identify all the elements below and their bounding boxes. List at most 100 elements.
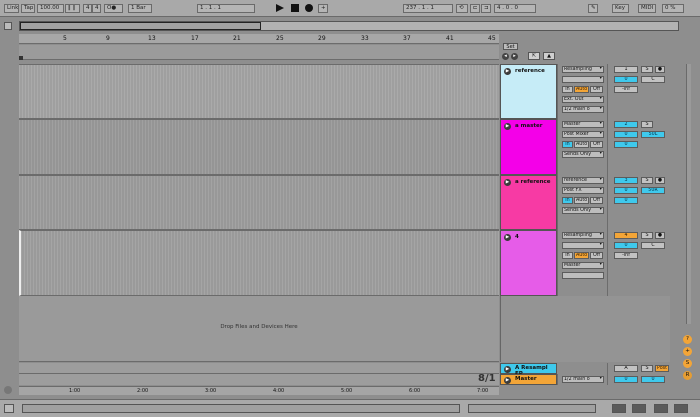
forward-icon[interactable]: ▸ <box>511 53 518 60</box>
pan-field[interactable]: C <box>641 242 665 249</box>
track-fold-icon[interactable]: ▶ <box>504 123 511 130</box>
locator-strip[interactable] <box>19 45 499 60</box>
pan-field[interactable]: 50L <box>641 131 665 138</box>
overdub-button[interactable]: + <box>318 4 328 13</box>
input-type-select[interactable]: Master <box>562 121 604 128</box>
metronome-button[interactable]: O● <box>104 4 123 13</box>
loop-start-marker[interactable] <box>19 56 23 60</box>
output-type-select[interactable]: Ext. Out <box>562 96 604 103</box>
time-ruler[interactable]: 1:00 2:00 3:00 4:00 5:00 6:00 7:00 <box>19 386 499 395</box>
help-button[interactable]: ? <box>683 335 692 344</box>
input-channel-select[interactable] <box>562 76 604 83</box>
monitor-off-button[interactable]: Off <box>590 141 603 148</box>
monitor-in-button[interactable]: In <box>562 86 573 93</box>
clip-view-icon[interactable] <box>674 404 688 413</box>
arrangement-lane[interactable] <box>19 230 499 296</box>
solo-view-button[interactable]: S <box>683 359 692 368</box>
monitor-off-button[interactable]: Off <box>590 252 603 259</box>
pan-field[interactable]: 50R <box>641 187 665 194</box>
input-type-select[interactable]: Resampling <box>562 66 604 73</box>
track-activator[interactable]: 4 <box>614 232 638 239</box>
track-header[interactable]: ▶ a master <box>500 119 557 175</box>
punch-out-button[interactable]: ⊐ <box>481 4 491 13</box>
loop-start-field[interactable]: 237 . 1 . 1 <box>403 4 453 13</box>
send-field[interactable]: -inf <box>614 86 638 93</box>
track-fold-icon[interactable]: ▶ <box>504 234 511 241</box>
output-channel-select[interactable] <box>562 272 604 279</box>
track-activator[interactable]: A <box>614 365 638 372</box>
volume-field[interactable]: 0 <box>614 242 638 249</box>
arm-button[interactable]: ● <box>655 177 665 184</box>
status-left-icon[interactable] <box>4 404 14 413</box>
add-button[interactable]: + <box>683 347 692 356</box>
track-header[interactable]: ▶ reference <box>500 64 557 119</box>
arrangement-view-icon[interactable] <box>612 404 626 413</box>
tempo-field[interactable]: 100.00 <box>37 4 64 13</box>
arrangement-overview[interactable] <box>19 21 679 31</box>
drop-area[interactable]: Drop Files and Devices Here <box>19 296 499 362</box>
browser-toggle-icon[interactable] <box>4 22 12 30</box>
monitor-auto-button[interactable]: Auto <box>574 86 589 93</box>
output-channel-select[interactable]: 1/2 main o <box>562 106 604 113</box>
master-send-field[interactable]: 0 <box>641 376 665 383</box>
input-channel-select[interactable]: Post Mixer <box>562 131 604 138</box>
session-view-icon[interactable] <box>632 404 646 413</box>
track-fold-icon[interactable]: ▶ <box>504 179 511 186</box>
output-type-select[interactable]: Sends Only <box>562 151 604 158</box>
tap-button[interactable]: Tap <box>21 4 35 13</box>
set-button[interactable]: Set <box>503 43 518 50</box>
volume-field[interactable]: 0 <box>614 131 638 138</box>
monitor-in-button[interactable]: In <box>562 197 573 204</box>
monitor-off-button[interactable]: Off <box>590 197 603 204</box>
master-lane[interactable] <box>19 374 499 385</box>
arrangement-lane[interactable] <box>19 175 499 230</box>
post-button[interactable]: Post <box>655 365 669 372</box>
monitor-auto-button[interactable]: Auto <box>574 197 589 204</box>
input-type-select[interactable]: Resampling <box>562 232 604 239</box>
collapse-icon[interactable]: ⇱ <box>528 52 540 60</box>
input-type-select[interactable]: reference <box>562 177 604 184</box>
overview-viewport[interactable] <box>20 22 261 30</box>
nudge-buttons[interactable]: ‖ ‖ <box>65 4 80 13</box>
volume-field[interactable]: 0 <box>614 76 638 83</box>
signature-numerator[interactable]: 4 <box>83 4 92 13</box>
return-view-button[interactable]: R <box>683 371 692 380</box>
link-button[interactable]: Link <box>4 4 19 13</box>
monitor-off-button[interactable]: Off <box>590 86 603 93</box>
punch-in-button[interactable]: ⊏ <box>470 4 480 13</box>
track-header[interactable]: ▶ a reference <box>500 175 557 230</box>
play-icon[interactable] <box>276 4 284 12</box>
solo-button[interactable]: S <box>641 232 653 239</box>
send-field[interactable]: 0 <box>614 141 638 148</box>
loop-button[interactable]: ⟲ <box>456 4 468 13</box>
expand-icon[interactable]: ▲ <box>543 52 555 60</box>
return-lane[interactable] <box>19 363 499 374</box>
master-track-header[interactable]: ▶ Master <box>500 374 557 385</box>
track-activator[interactable]: 1 <box>614 66 638 73</box>
track-fold-icon[interactable]: ▶ <box>504 68 511 75</box>
arm-button[interactable]: ● <box>655 232 665 239</box>
arm-button[interactable]: ● <box>655 66 665 73</box>
input-channel-select[interactable] <box>562 242 604 249</box>
input-channel-select[interactable]: Post FX <box>562 187 604 194</box>
master-output-select[interactable]: 1/2 main o <box>562 376 604 383</box>
loop-length-field[interactable]: 4 . 0 . 0 <box>494 4 536 13</box>
master-volume-field[interactable]: 0 <box>614 376 638 383</box>
draw-mode-icon[interactable]: ✎ <box>588 4 598 13</box>
output-type-select[interactable]: Sends Only <box>562 207 604 214</box>
solo-button[interactable]: S <box>641 66 653 73</box>
return-track-header[interactable]: ▶ A Resampl EP <box>500 363 557 377</box>
track-fold-icon[interactable]: ▶ <box>504 377 511 384</box>
quantize-menu[interactable]: 1 Bar <box>128 4 152 13</box>
arrangement-lane[interactable] <box>19 119 499 175</box>
detail-view-icon[interactable] <box>654 404 668 413</box>
vertical-scrollbar[interactable] <box>686 64 691 324</box>
track-activator[interactable]: 3 <box>614 177 638 184</box>
track-fold-icon[interactable]: ▶ <box>504 366 511 373</box>
arrangement-lane[interactable] <box>19 64 499 119</box>
solo-button[interactable]: S <box>641 121 653 128</box>
midi-map-button[interactable]: MIDI <box>638 4 656 13</box>
beat-ruler[interactable]: 5 9 13 17 21 25 29 33 37 41 45 <box>19 34 499 44</box>
signature-denominator[interactable]: 4 <box>92 4 101 13</box>
scroll-left-icon[interactable] <box>4 386 12 394</box>
